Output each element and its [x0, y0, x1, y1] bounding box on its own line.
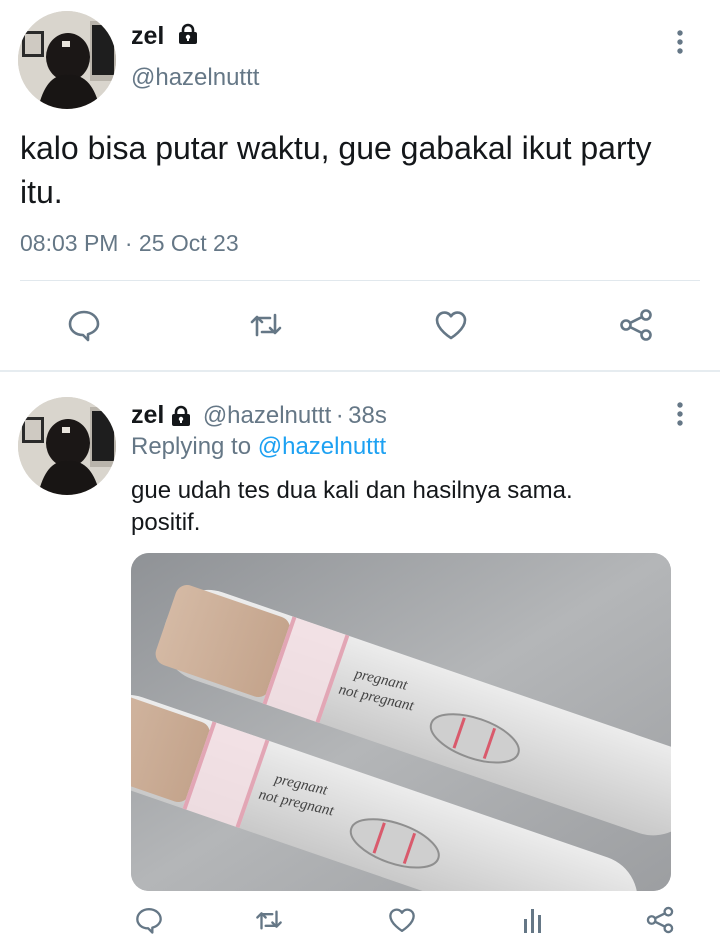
reply-author-handle[interactable]: @hazelnuttt: [203, 402, 331, 429]
retweet-icon: [256, 910, 282, 930]
speech-bubble-icon: [136, 908, 162, 934]
lock-icon: [177, 23, 199, 52]
like-button[interactable]: [429, 303, 473, 347]
share-button[interactable]: [642, 902, 678, 938]
reply-header: zel @hazelnuttt · 38s: [131, 401, 387, 432]
meta-separator: ·: [124, 230, 133, 256]
divider: [20, 280, 700, 281]
meta-separator: ·: [335, 402, 344, 429]
share-icon: [646, 906, 674, 934]
heart-icon: [389, 908, 415, 932]
tweet-photo[interactable]: pregnant not pregnant pregnant not pregn…: [131, 553, 671, 891]
divider: [0, 370, 720, 372]
retweet-button[interactable]: [244, 303, 288, 347]
replying-to: Replying to @hazelnuttt: [131, 433, 386, 461]
reply-button[interactable]: [62, 303, 106, 347]
speech-bubble-icon: [68, 310, 100, 342]
replying-handle-link[interactable]: @hazelnuttt: [258, 433, 386, 460]
reply-avatar[interactable]: [18, 397, 116, 495]
author-handle[interactable]: @hazelnuttt: [131, 64, 259, 92]
reply-age: 38s: [348, 402, 387, 429]
tweet-date: 25 Oct 23: [138, 230, 239, 256]
bar-chart-icon: [524, 909, 541, 933]
retweet-button[interactable]: [251, 902, 287, 938]
tweet-time: 08:03 PM: [20, 230, 119, 256]
retweet-icon: [250, 313, 282, 337]
avatar[interactable]: [18, 11, 116, 109]
tweet-text: kalo bisa putar waktu, gue gabakal ikut …: [20, 130, 652, 210]
share-button[interactable]: [614, 303, 658, 347]
reply-button[interactable]: [131, 902, 167, 938]
more-vertical-icon[interactable]: [670, 28, 690, 58]
heart-icon: [435, 311, 467, 340]
lock-icon: [170, 405, 192, 432]
reply-author-name[interactable]: zel: [131, 401, 164, 429]
like-button[interactable]: [384, 902, 420, 938]
share-icon: [620, 309, 652, 341]
more-vertical-icon[interactable]: [670, 400, 690, 430]
tweet-timestamp[interactable]: 08:03 PM · 25 Oct 23: [20, 230, 239, 257]
replying-prefix: Replying to: [131, 433, 252, 460]
analytics-button[interactable]: [515, 902, 551, 938]
author-name-text[interactable]: zel: [131, 22, 164, 50]
author-name[interactable]: zel: [131, 22, 199, 52]
reply-text: gue udah tes dua kali dan hasilnya sama.…: [131, 477, 573, 536]
